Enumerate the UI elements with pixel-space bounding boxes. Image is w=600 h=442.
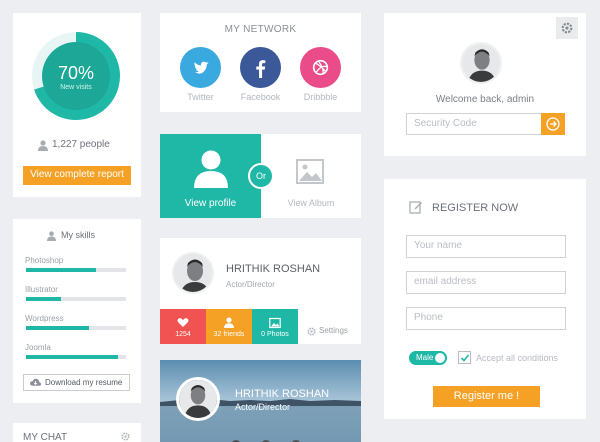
phone-input[interactable]: Phone [406, 307, 566, 330]
email-input[interactable]: email address [406, 271, 566, 294]
profile-stat[interactable]: 0 Photos [252, 309, 298, 344]
cover-name: HRITHIK ROSHAN [235, 388, 330, 400]
gear-icon [561, 22, 573, 34]
or-badge: Or [248, 163, 274, 189]
cover-card: HRITHIK ROSHAN Actor/Director [160, 360, 361, 442]
skills-title: My skills [61, 230, 95, 240]
profile-stat-value: 0 Photos [261, 331, 289, 338]
settings-label: Settings [319, 326, 348, 335]
gender-toggle-label: Male [416, 353, 434, 362]
skill-label: Joomla [25, 343, 51, 352]
avatar [172, 252, 214, 294]
register-button-label: Register me ! [453, 390, 520, 402]
view-report-button[interactable]: View complete report [23, 166, 131, 185]
download-resume-label: Download my resume [45, 378, 123, 387]
accept-label: Accept all conditions [476, 353, 559, 363]
skill-bar-fill [26, 326, 89, 330]
portrait-image [174, 254, 212, 292]
heart-icon [177, 318, 189, 327]
view-profile-label: View profile [184, 198, 237, 209]
admin-avatar [460, 42, 502, 84]
network-label: Dribbble [303, 92, 338, 102]
portrait-image [462, 44, 500, 82]
visits-percent: 70% [57, 63, 95, 83]
skill-bar [26, 297, 126, 301]
edit-icon [409, 201, 422, 214]
twitter-icon [194, 61, 209, 74]
submit-code-button[interactable] [541, 113, 565, 135]
settings-button[interactable] [556, 17, 578, 39]
skills-header: My skills [47, 230, 127, 242]
cover-avatar [176, 377, 220, 421]
user-icon [38, 140, 48, 151]
dribbble-icon [312, 59, 329, 76]
facebook-icon [256, 60, 266, 78]
skill-label: Photoshop [25, 256, 64, 265]
skill-bar-fill [26, 268, 96, 272]
cover-role: Actor/Director [235, 402, 291, 412]
skill-bar-fill [26, 355, 118, 359]
visits-sublabel: New visits [60, 84, 92, 91]
download-resume-button[interactable]: Download my resume [23, 374, 130, 391]
view-album-link[interactable]: View Album [261, 198, 361, 208]
people-row: 1,227 people [38, 139, 138, 153]
gear-icon[interactable] [121, 432, 130, 441]
chat-title: MY CHAT [23, 432, 68, 442]
user-icon [194, 150, 228, 188]
profile-stat[interactable]: 32 friends [206, 309, 252, 344]
image-icon [296, 159, 324, 184]
skill-bar-fill [26, 297, 61, 301]
toggle-knob [435, 353, 445, 363]
network-link-twitter[interactable] [180, 47, 221, 88]
security-code-input[interactable]: Security Code [406, 113, 542, 135]
login-card: Welcome back, admin Security Code [384, 13, 586, 156]
network-link-dribbble[interactable] [300, 47, 341, 88]
people-count: 1,227 people [52, 139, 110, 150]
accept-checkbox[interactable] [458, 351, 471, 364]
profile-role: Actor/Director [226, 280, 275, 289]
gender-toggle[interactable]: Male [409, 351, 447, 365]
profile-stat[interactable]: 1254 [160, 309, 206, 344]
register-card: REGISTER NOW Your name email address Pho… [384, 179, 586, 419]
profile-name: HRITHIK ROSHAN [226, 263, 321, 275]
portrait-image [179, 380, 217, 418]
network-card: MY NETWORK Twitter Facebook Dribbble [160, 13, 361, 112]
profile-switch-card: View profile Or View Album [160, 134, 361, 218]
profile-card: HRITHIK ROSHAN Actor/Director 1254 32 fri… [160, 238, 361, 344]
register-button[interactable]: Register me ! [433, 386, 540, 407]
photo-icon [269, 317, 281, 329]
visits-card: 70% New visits 1,227 people View complet… [13, 13, 141, 197]
network-link-facebook[interactable] [240, 47, 281, 88]
skills-card: My skills Photoshop Illustrator Wordpress J… [13, 219, 141, 403]
or-label: Or [256, 171, 266, 181]
profile-stat-value: 1254 [175, 331, 191, 338]
user-icon [47, 231, 56, 241]
check-icon [460, 354, 470, 362]
welcome-text: Welcome back, admin [435, 94, 535, 105]
skill-bar [26, 355, 126, 359]
user-icon [224, 317, 234, 328]
name-input[interactable]: Your name [406, 235, 566, 258]
network-label: Twitter [187, 92, 214, 102]
chat-card: MY CHAT [13, 423, 141, 442]
skill-bar [26, 268, 126, 272]
profile-stat-value: 32 friends [213, 331, 245, 338]
skill-label: Wordpress [25, 314, 64, 323]
register-title: REGISTER NOW [432, 202, 519, 214]
arrow-right-circle-icon [546, 117, 560, 131]
gear-icon [307, 327, 316, 336]
cloud-download-icon [30, 378, 41, 386]
settings-link[interactable]: Settings [299, 326, 359, 338]
network-label: Facebook [240, 92, 281, 102]
network-title: MY NETWORK [224, 24, 297, 35]
skill-label: Illustrator [25, 285, 58, 294]
skill-bar [26, 326, 126, 330]
view-profile-panel[interactable]: View profile [160, 134, 261, 218]
